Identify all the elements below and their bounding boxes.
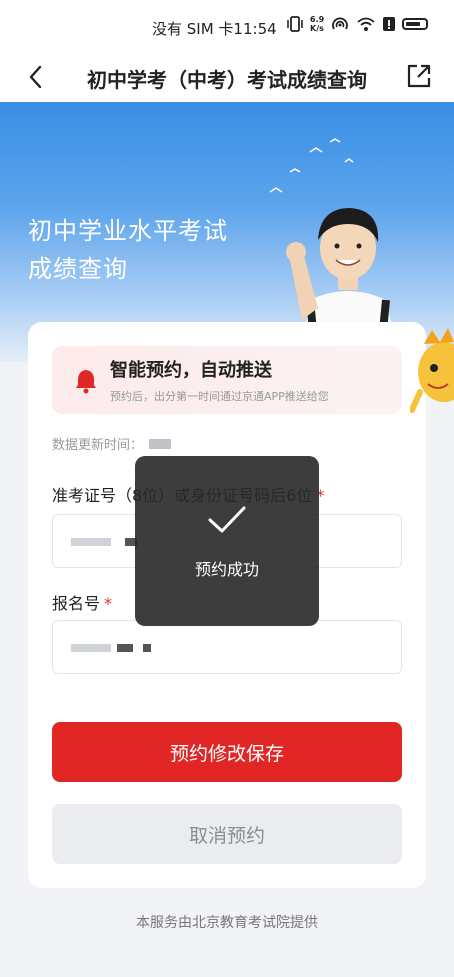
save-reservation-button[interactable]: 预约修改保存 — [52, 722, 402, 782]
notice-banner: 智能预约，自动推送 预约后，出分第一时间通过京通APP推送给您 — [52, 346, 402, 414]
notice-subtitle: 预约后，出分第一时间通过京通APP推送给您 — [110, 390, 329, 403]
vibrate-icon — [287, 16, 303, 32]
hero-title: 初中学业水平考试 成绩查询 — [28, 217, 228, 283]
nav-bar: 初中学考（中考）考试成绩查询 — [0, 52, 454, 102]
notice-title: 智能预约，自动推送 — [110, 360, 272, 381]
check-icon — [208, 506, 246, 533]
net-speed: 6.9 K/s — [310, 15, 325, 33]
masked-value — [143, 644, 151, 652]
update-time-row: 数据更新时间： — [52, 434, 172, 453]
status-bar: 没有 SIM 卡11:54 6.9 K/s — [0, 0, 454, 52]
cancel-reservation-button[interactable]: 取消预约 — [52, 804, 402, 864]
hotspot-icon — [332, 17, 349, 30]
mascot-illustration — [410, 328, 454, 413]
page-title: 初中学考（中考）考试成绩查询 — [87, 68, 367, 92]
wifi-icon — [357, 17, 375, 31]
bell-icon — [76, 370, 96, 394]
field-registration-label: 报名号 * — [52, 594, 113, 613]
update-time-masked — [149, 438, 172, 449]
success-toast: 预约成功 — [135, 456, 319, 626]
masked-value — [71, 644, 111, 652]
status-icons: 6.9 K/s — [286, 15, 429, 33]
alert-icon — [383, 17, 396, 31]
toast-message: 预约成功 — [194, 560, 259, 579]
masked-value — [117, 644, 133, 652]
status-carrier-time: 没有 SIM 卡11:54 — [152, 20, 277, 38]
masked-value — [71, 538, 111, 546]
share-external-icon[interactable] — [405, 62, 433, 90]
update-time-label: 数据更新时间： — [52, 438, 144, 453]
required-mark: * — [104, 594, 113, 613]
footer-text: 本服务由北京教育考试院提供 — [136, 915, 318, 931]
battery-icon — [402, 18, 429, 30]
registration-number-input[interactable] — [52, 620, 402, 674]
